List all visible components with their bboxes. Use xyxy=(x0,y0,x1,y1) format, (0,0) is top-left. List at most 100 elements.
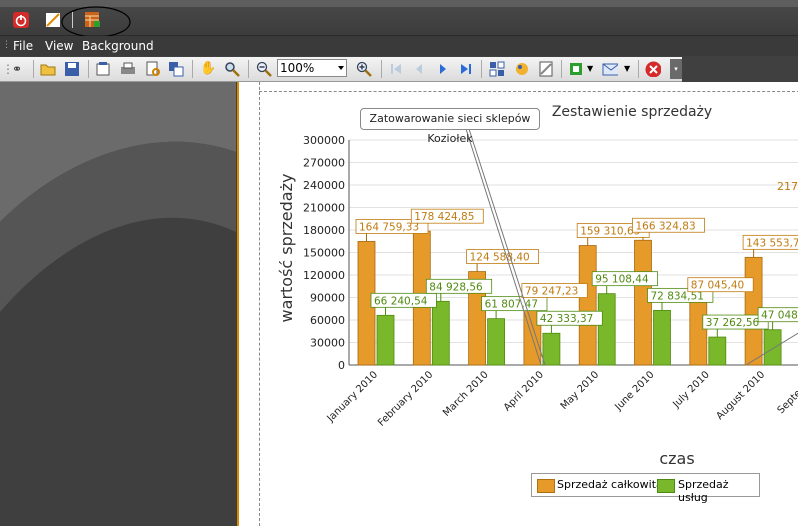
bar-services xyxy=(376,314,395,366)
data-label-services: 42 333,37 xyxy=(540,313,593,325)
x-tick-label: July 2010 xyxy=(670,369,711,410)
email-icon[interactable] xyxy=(602,61,618,77)
legend-label-services: Sprzedaż usług xyxy=(678,478,729,504)
x-tick-label: March 2010 xyxy=(441,369,491,419)
toolbar-overflow-icon[interactable]: ▾ xyxy=(670,59,682,79)
data-label-total: 79 247,23 xyxy=(525,286,578,298)
y-tick-label: 210000 xyxy=(303,202,345,215)
bar-total xyxy=(689,299,708,366)
print-preview-icon[interactable] xyxy=(145,61,161,77)
legend-label-total: Sprzedaż całkowita xyxy=(557,478,663,491)
zoom-in-icon[interactable] xyxy=(356,61,372,77)
data-label-services: 95 108,44 xyxy=(595,274,649,286)
first-page-icon[interactable] xyxy=(388,61,404,77)
menu-view[interactable]: View xyxy=(45,39,73,53)
data-label-total: 87 045,40 xyxy=(691,280,744,292)
watermark-icon[interactable] xyxy=(538,61,554,77)
edit-icon[interactable] xyxy=(45,12,61,28)
y-tick-label: 60000 xyxy=(310,314,345,327)
data-label-total: 178 424,85 xyxy=(414,211,474,223)
toolbar-separator xyxy=(638,60,639,78)
bar-services xyxy=(763,329,782,366)
chart-title: Zestawienie sprzedaży xyxy=(552,104,712,120)
left-pane-background xyxy=(0,82,236,526)
data-label-total: 124 588,40 xyxy=(470,252,530,264)
prev-page-icon[interactable] xyxy=(411,61,427,77)
data-label-total: 166 324,83 xyxy=(636,220,696,232)
menu-file[interactable]: File xyxy=(13,39,33,53)
bar-services xyxy=(653,309,671,366)
toolbar-separator xyxy=(33,60,34,78)
bar-services xyxy=(431,300,450,366)
legend-swatch-total xyxy=(537,479,555,493)
menu-background[interactable]: Background xyxy=(82,39,154,53)
x-tick-label: January 2010 xyxy=(325,369,381,425)
y-tick-label: 0 xyxy=(338,359,345,372)
y-tick-label: 120000 xyxy=(303,269,345,282)
toolbar-separator xyxy=(248,60,249,78)
data-label-total: 164 759,33 xyxy=(359,221,419,233)
chart-legend: Sprzedaż całkowita Sprzedaż usług xyxy=(531,473,760,504)
bar-total xyxy=(578,245,597,366)
report-page: 300000 270000 240000 210000 180000 150000 1200… xyxy=(237,82,798,526)
legend-swatch-services xyxy=(657,479,675,493)
last-page-icon[interactable] xyxy=(458,61,474,77)
y-tick-label: 90000 xyxy=(310,292,345,305)
title-toolbar xyxy=(0,0,798,38)
x-tick-label: September xyxy=(776,369,798,416)
menu-grip-icon: ⋮ xyxy=(2,40,11,50)
background-swoosh xyxy=(0,82,236,312)
x-tick-label: August 2010 xyxy=(714,369,767,422)
annotation-callout: Zatowarowanie sieci sklepów Koziołek xyxy=(360,108,540,145)
zoom-select[interactable]: 100% xyxy=(277,59,347,77)
y-tick-label: 30000 xyxy=(310,337,345,350)
x-tick-label: June 2010 xyxy=(612,369,656,413)
magnifier-icon[interactable] xyxy=(224,61,240,77)
bar-services xyxy=(487,318,506,366)
data-label-partial: 217 xyxy=(777,180,798,193)
y-tick-label: 180000 xyxy=(303,224,345,237)
chart: 3000002700002400002100001800001500001200… xyxy=(277,104,798,468)
bar-services xyxy=(708,336,727,366)
data-label-services: 84 928,56 xyxy=(429,281,483,293)
power-icon[interactable] xyxy=(13,12,29,28)
zoom-out-icon[interactable] xyxy=(256,61,272,77)
y-tick-label: 240000 xyxy=(303,179,345,192)
export-icon[interactable] xyxy=(168,61,184,77)
y-axis-title: wartość sprzedaży xyxy=(277,174,296,323)
y-tick-label: 300000 xyxy=(303,134,345,147)
zoom-value: 100% xyxy=(280,61,315,75)
y-tick-label: 270000 xyxy=(303,157,345,170)
menu-bar: ⋮ File View Background xyxy=(0,36,798,56)
toolbar-separator xyxy=(88,60,89,78)
close-icon[interactable] xyxy=(645,61,661,77)
save-icon[interactable] xyxy=(64,61,80,77)
hand-icon[interactable]: ✋ xyxy=(200,61,216,77)
data-label-services: 61 807,47 xyxy=(485,299,538,311)
color-icon[interactable] xyxy=(514,61,530,77)
y-tick-label: 150000 xyxy=(303,247,345,260)
data-label-total: 159 310,65 xyxy=(580,226,640,238)
chevron-down-icon[interactable]: ▼ xyxy=(587,61,603,77)
toolbar-separator xyxy=(381,60,382,78)
print-icon[interactable] xyxy=(120,61,136,77)
multipage-icon[interactable] xyxy=(489,61,505,77)
data-label-services: 37 262,56 xyxy=(706,317,760,329)
toolbar-separator xyxy=(192,60,193,78)
export-document-icon[interactable] xyxy=(568,61,584,77)
x-axis-title: czas xyxy=(659,449,694,468)
data-label-total: 143 553,76 xyxy=(746,237,798,249)
x-tick-label: May 2010 xyxy=(559,369,602,412)
bar-services xyxy=(542,332,561,366)
binoculars-icon[interactable]: ⚭ xyxy=(12,61,28,77)
report-toolbar: ⋮ ⚭ ✋ 100% ▼ ▼ ▾ xyxy=(0,57,682,82)
toolbar-separator xyxy=(561,60,562,78)
x-tick-label: February 2010 xyxy=(376,369,435,428)
x-tick-label: April 2010 xyxy=(502,369,546,413)
page-setup-icon[interactable] xyxy=(95,61,111,77)
data-label-services: 47 048,99 xyxy=(761,310,798,322)
next-page-icon[interactable] xyxy=(435,61,451,77)
chevron-down-icon xyxy=(338,66,344,70)
data-label-services: 72 834,51 xyxy=(651,290,704,302)
open-folder-icon[interactable] xyxy=(40,61,56,77)
